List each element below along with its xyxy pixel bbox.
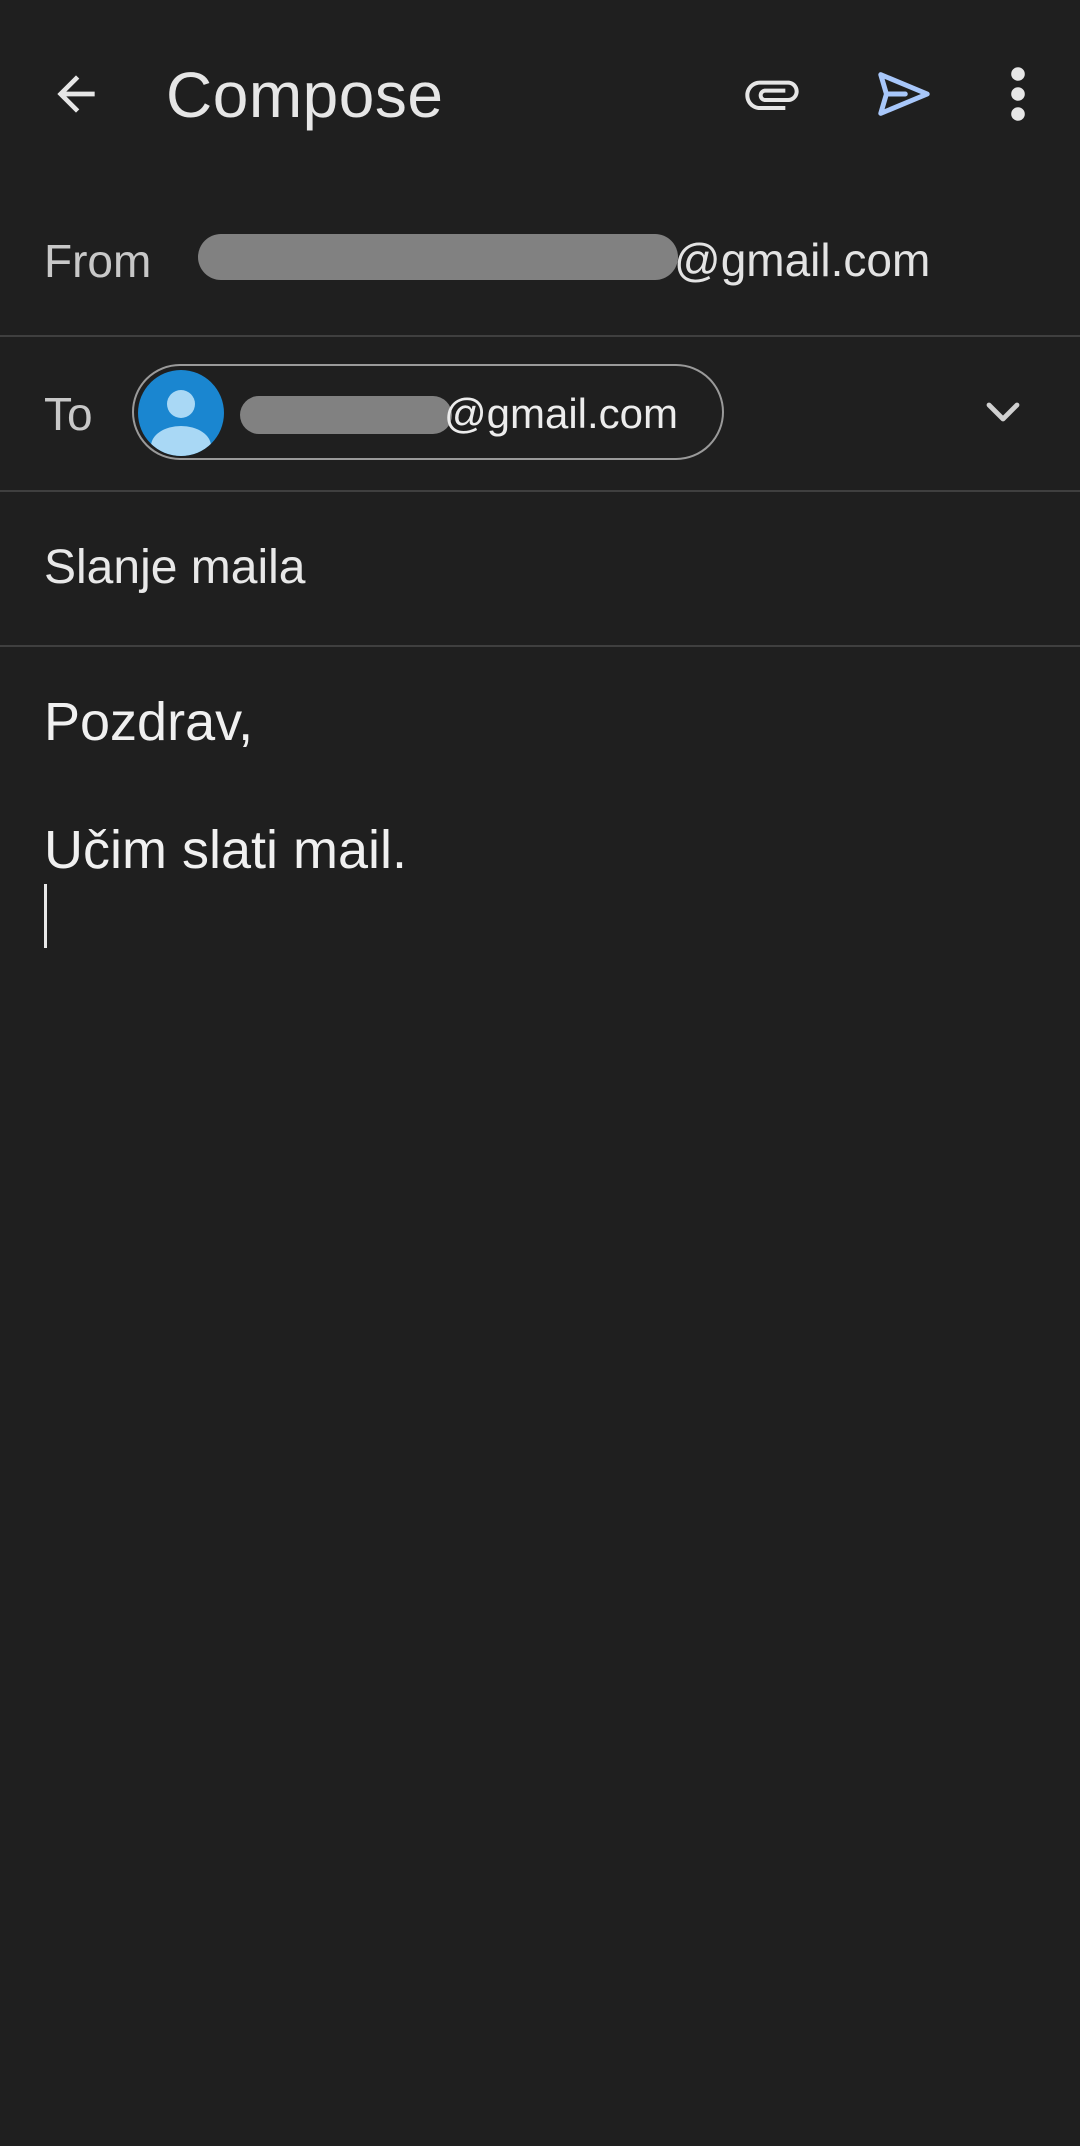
send-icon — [878, 72, 930, 116]
recipient-domain: @gmail.com — [444, 390, 679, 437]
top-app-bar: Compose — [0, 0, 1080, 190]
back-button[interactable] — [36, 50, 116, 138]
more-vert-icon — [1011, 67, 1025, 121]
subject-field[interactable]: Slanje maila — [44, 540, 305, 595]
from-address[interactable]: @gmail.com — [198, 230, 958, 290]
body-line: Učim slati mail. — [44, 820, 408, 880]
body-line: Pozdrav, — [44, 692, 254, 752]
from-address-domain: @gmail.com — [674, 234, 931, 286]
avatar — [138, 370, 224, 456]
recipient-chip[interactable]: @gmail.com — [132, 364, 724, 460]
text-cursor — [44, 884, 47, 948]
paperclip-icon — [745, 80, 799, 110]
subject-row[interactable]: Slanje maila — [0, 492, 1080, 647]
chevron-down-icon — [986, 402, 1020, 422]
redacted-recipient — [240, 396, 452, 434]
arrow-back-icon — [57, 75, 95, 113]
page-title: Compose — [166, 59, 444, 131]
expand-recipients-button[interactable] — [968, 377, 1038, 447]
to-label: To — [44, 388, 93, 440]
redacted-username — [198, 234, 678, 280]
send-button[interactable] — [860, 50, 948, 138]
person-icon — [151, 390, 211, 456]
to-row[interactable]: To @gmail.com — [0, 337, 1080, 492]
from-label: From — [44, 235, 152, 287]
attach-button[interactable] — [728, 50, 816, 138]
more-options-button[interactable] — [988, 50, 1048, 138]
from-row[interactable]: From @gmail.com — [0, 190, 1080, 337]
